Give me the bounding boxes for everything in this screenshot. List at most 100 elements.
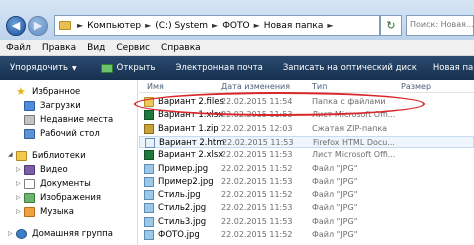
- nav-images[interactable]: Изображения: [24, 191, 101, 205]
- nav-desktop[interactable]: Рабочий стол: [24, 127, 100, 141]
- search-input[interactable]: Поиск: Новая...: [406, 15, 474, 36]
- chevron-right-icon[interactable]: ►: [145, 21, 151, 30]
- nav-homegroup[interactable]: Домашняя группа: [16, 227, 113, 241]
- file-name: Стиль3.jpg: [158, 216, 207, 227]
- nav-libraries[interactable]: Библиотеки: [16, 149, 86, 163]
- excel-file-icon: [144, 110, 154, 121]
- nav-downloads[interactable]: Загрузки: [24, 99, 81, 113]
- organize-button[interactable]: Упорядочить ▼: [0, 56, 83, 80]
- star-icon: ★: [16, 85, 26, 98]
- downloads-icon: [24, 101, 35, 111]
- column-date[interactable]: Дата изменения: [221, 82, 290, 91]
- file-type: Файл "JPG": [312, 203, 358, 213]
- nav-desktop-label: Рабочий стол: [40, 129, 100, 139]
- file-row[interactable]: Вариант 2.files 22.02.2015 11:54 Папка с ф…: [139, 96, 474, 108]
- file-date: 22.02.2015 11:53: [222, 137, 294, 147]
- breadcrumb-drive[interactable]: (C:) System: [155, 21, 208, 31]
- nav-music[interactable]: Музыка: [24, 205, 74, 219]
- menu-view[interactable]: Вид: [87, 43, 105, 53]
- file-row[interactable]: Стиль.jpg 22.02.2015 11:52 Файл "JPG": [139, 189, 474, 201]
- file-date: 22.02.2015 11:53: [221, 150, 293, 160]
- file-row[interactable]: Стиль3.jpg 22.02.2015 11:53 Файл "JPG": [139, 216, 474, 228]
- nav-documents-label: Документы: [40, 179, 91, 189]
- column-name[interactable]: Имя: [147, 82, 164, 91]
- expand-arrow-icon[interactable]: ▷: [8, 230, 13, 237]
- open-label: Открыть: [116, 63, 156, 73]
- nav-libraries-label: Библиотеки: [32, 151, 86, 161]
- file-name: Вариант 2.files: [158, 97, 224, 107]
- libraries-icon: [16, 151, 27, 161]
- zip-file-icon: [144, 123, 154, 134]
- back-arrow-icon[interactable]: ◀: [6, 16, 26, 36]
- chevron-right-icon: ►: [77, 21, 84, 30]
- expand-arrow-icon[interactable]: ▷: [16, 180, 21, 187]
- nav-recent-label: Недавние места: [40, 115, 114, 125]
- file-type: Лист Microsoft Offi...: [312, 150, 396, 160]
- column-type[interactable]: Тип: [312, 82, 327, 91]
- column-size[interactable]: Размер: [401, 82, 431, 91]
- jpg-file-icon: [144, 230, 154, 240]
- breadcrumb-foto[interactable]: ФОТО: [222, 21, 249, 31]
- file-type: Папка с файлами: [312, 97, 386, 106]
- file-row[interactable]: Вариант 2.xlsx 22.02.2015 11:53 Лист Micro…: [139, 149, 474, 161]
- organize-label: Упорядочить: [10, 63, 69, 73]
- burn-disc-button[interactable]: Записать на оптический диск: [277, 56, 423, 80]
- file-row[interactable]: Вариант 1.xlsx 22.02.2015 11:53 Лист Micro…: [139, 109, 474, 121]
- menu-tools[interactable]: Сервис: [116, 43, 150, 53]
- collapse-arrow-icon[interactable]: ◢: [8, 151, 13, 158]
- nav-video[interactable]: Видео: [24, 163, 68, 177]
- file-name: Пример2.jpg: [158, 176, 214, 187]
- file-list: Вариант 2.files 22.02.2015 11:54 Папка с ф…: [139, 93, 474, 245]
- file-name: Вариант 1.zip: [158, 123, 219, 134]
- file-row[interactable]: Пример.jpg 22.02.2015 11:52 Файл "JPG": [139, 163, 474, 175]
- nav-favorites-label: Избранное: [32, 87, 81, 97]
- excel-file-icon: [144, 150, 154, 161]
- expand-arrow-icon[interactable]: ▷: [16, 208, 21, 215]
- folder-icon: [144, 97, 154, 107]
- file-type: Файл "JPG": [312, 176, 358, 186]
- open-icon: [100, 63, 113, 73]
- menu-help[interactable]: Справка: [161, 43, 201, 53]
- menu-file[interactable]: Файл: [6, 43, 31, 53]
- file-row[interactable]: Вариант 1.zip 22.02.2015 12:03 Сжатая ZIP-…: [139, 123, 474, 135]
- file-type: Файл "JPG": [312, 163, 358, 173]
- expand-arrow-icon[interactable]: ▷: [16, 194, 21, 201]
- email-button[interactable]: Электронная почта: [170, 56, 269, 80]
- navigation-pane: ★ Избранное Загрузки Недавние места Рабо…: [0, 80, 138, 245]
- file-date: 22.02.2015 11:53: [221, 203, 293, 213]
- refresh-icon[interactable]: ↻: [380, 15, 402, 36]
- file-date: 22.02.2015 11:52: [221, 163, 293, 173]
- file-type: Firefox HTML Docu...: [313, 137, 395, 147]
- file-date: 22.02.2015 11:52: [221, 190, 293, 200]
- file-type: Файл "JPG": [312, 230, 358, 239]
- file-row[interactable]: ФОТО.jpg 22.02.2015 11:52 Файл "JPG": [139, 229, 474, 241]
- menu-edit[interactable]: Правка: [42, 43, 76, 53]
- nav-images-label: Изображения: [40, 193, 102, 203]
- homegroup-icon: [16, 229, 27, 239]
- file-name: ФОТО.jpg: [158, 230, 200, 240]
- file-date: 22.02.2015 11:53: [221, 216, 293, 226]
- address-field[interactable]: ► Компьютер ► (C:) System ► ФОТО ► Новая…: [54, 15, 380, 36]
- nav-favorites[interactable]: ★ Избранное: [16, 85, 80, 99]
- file-type: Сжатая ZIP-папка: [312, 123, 388, 133]
- file-row[interactable]: Стиль2.jpg 22.02.2015 11:53 Файл "JPG": [139, 202, 474, 214]
- open-button[interactable]: Открыть: [95, 56, 162, 80]
- chevron-right-icon[interactable]: ►: [254, 21, 260, 30]
- file-name: Вариант 2.xlsx: [158, 150, 224, 161]
- file-name: Вариант 1.xlsx: [158, 110, 224, 121]
- file-row[interactable]: Пример2.jpg 22.02.2015 11:53 Файл "JPG": [139, 176, 474, 188]
- nav-downloads-label: Загрузки: [40, 101, 81, 111]
- nav-recent-places[interactable]: Недавние места: [24, 113, 113, 127]
- forward-arrow-icon[interactable]: ▶: [28, 16, 48, 36]
- command-bar: Упорядочить ▼ Открыть Электронная почта …: [0, 56, 474, 80]
- file-row[interactable]: Вариант 2.htm 22.02.2015 11:53 Firefox HTM…: [139, 135, 474, 148]
- new-folder-button[interactable]: Новая папка: [427, 56, 474, 80]
- file-date: 22.02.2015 11:52: [221, 230, 293, 239]
- breadcrumb-computer[interactable]: Компьютер: [87, 21, 141, 31]
- chevron-right-icon[interactable]: ►: [212, 21, 218, 30]
- nav-documents[interactable]: Документы: [24, 177, 91, 191]
- file-type: Файл "JPG": [312, 216, 358, 226]
- chevron-right-icon[interactable]: ►: [327, 21, 333, 30]
- breadcrumb-current[interactable]: Новая папка: [264, 21, 324, 31]
- expand-arrow-icon[interactable]: ▷: [16, 166, 21, 173]
